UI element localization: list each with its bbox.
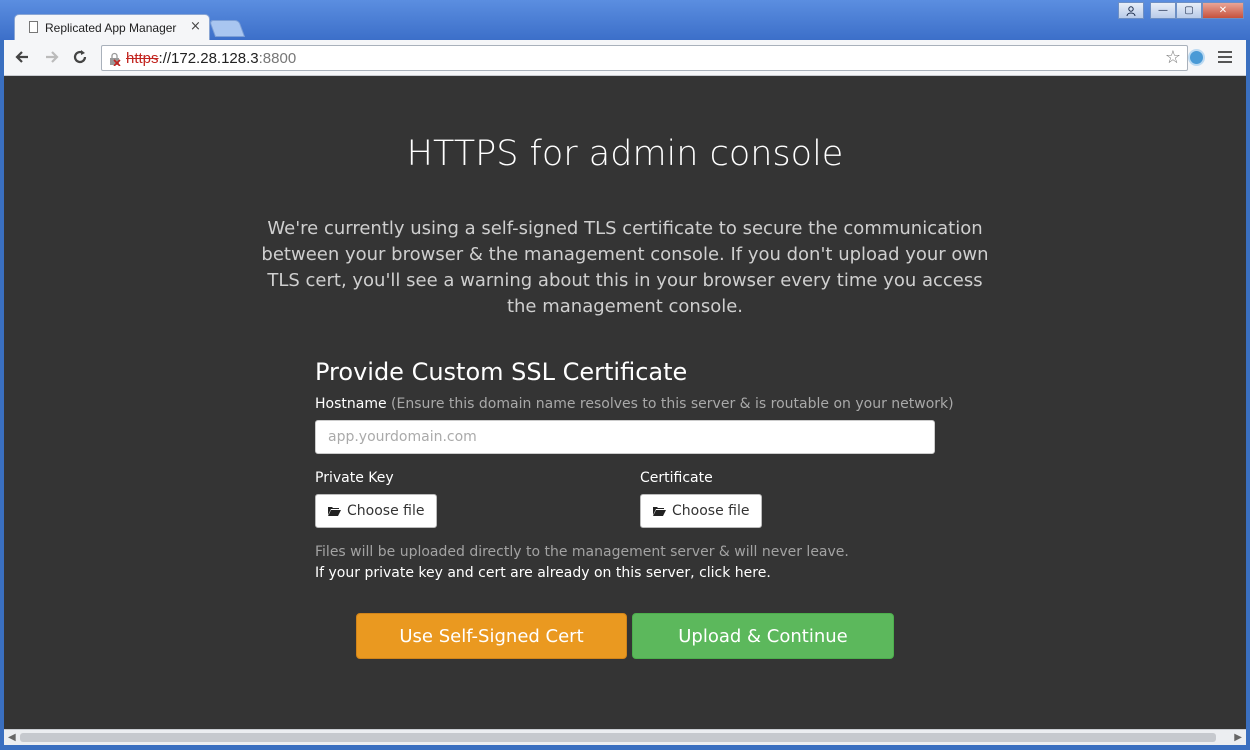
menu-icon[interactable] (1218, 51, 1232, 63)
star-icon[interactable]: ☆ (1165, 47, 1181, 68)
window-controls: — ▢ ✕ (1118, 2, 1244, 19)
private-key-label: Private Key (315, 470, 394, 486)
url-scheme: https (126, 50, 159, 67)
choose-file-label: Choose file (347, 503, 425, 519)
url-host: ://172.28.128.3 (158, 50, 259, 67)
section-title: Provide Custom SSL Certificate (315, 358, 688, 386)
maximize-button[interactable]: ▢ (1176, 2, 1202, 19)
certificate-choose-file-button[interactable]: Choose file (640, 494, 763, 528)
browser-toolbar: https://172.28.128.3:8800 ☆ (4, 40, 1246, 76)
window-titlebar: Replicated App Manager × — ▢ ✕ (0, 0, 1250, 41)
address-bar[interactable]: https://172.28.128.3:8800 ☆ (101, 45, 1188, 71)
reload-icon[interactable] (70, 48, 90, 68)
extension-icon[interactable] (1188, 49, 1205, 66)
scroll-left-icon[interactable]: ◀ (8, 732, 16, 743)
hostname-label-text: Hostname (315, 396, 387, 412)
url-port: :8800 (258, 50, 297, 67)
back-icon[interactable] (12, 48, 32, 68)
upload-continue-button[interactable]: Upload & Continue (632, 613, 894, 659)
page-content: HTTPS for admin console We're currently … (4, 76, 1246, 729)
hostname-hint: (Ensure this domain name resolves to thi… (386, 396, 954, 412)
close-window-button[interactable]: ✕ (1202, 2, 1244, 19)
already-on-server-link[interactable]: If your private key and cert are already… (315, 565, 771, 581)
page-title: HTTPS for admin console (406, 134, 844, 174)
hostname-input[interactable] (315, 420, 935, 454)
use-self-signed-cert-button[interactable]: Use Self-Signed Cert (356, 613, 627, 659)
choose-file-label: Choose file (672, 503, 750, 519)
folder-open-icon (328, 507, 341, 516)
minimize-button[interactable]: — (1150, 2, 1176, 19)
certificate-label: Certificate (640, 470, 713, 486)
window-frame-bottom (0, 745, 1250, 750)
files-note: Files will be uploaded directly to the m… (315, 544, 849, 560)
page-icon (29, 21, 38, 33)
tab-title: Replicated App Manager (45, 21, 177, 35)
new-tab-button[interactable] (208, 20, 246, 37)
intro-text: We're currently using a self-signed TLS … (261, 218, 989, 317)
tab-close-button[interactable]: × (190, 19, 201, 34)
horizontal-scrollbar[interactable]: ◀ ▶ (4, 729, 1246, 745)
browser-tab[interactable]: Replicated App Manager × (14, 14, 210, 41)
hostname-label: Hostname (Ensure this domain name resolv… (315, 396, 954, 412)
forward-icon[interactable] (42, 48, 62, 68)
url-text: https://172.28.128.3:8800 (126, 50, 296, 67)
scroll-right-icon[interactable]: ▶ (1234, 732, 1242, 743)
folder-open-icon (653, 507, 666, 516)
insecure-lock-icon[interactable] (108, 51, 121, 67)
scrollbar-thumb[interactable] (20, 733, 1216, 742)
user-icon[interactable] (1118, 2, 1144, 19)
private-key-choose-file-button[interactable]: Choose file (315, 494, 438, 528)
